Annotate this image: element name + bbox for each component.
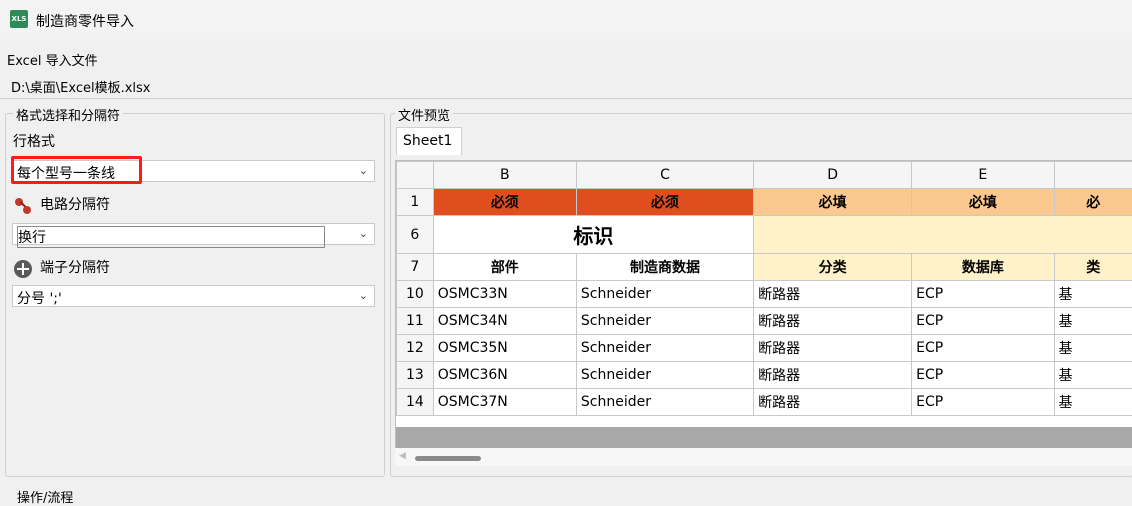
table-cell[interactable]: 断路器 (754, 308, 912, 335)
circuit-separator-dropdown[interactable]: 换行 ⌄ (12, 223, 375, 245)
horizontal-scrollbar[interactable]: ◀ (395, 448, 1132, 466)
row-header[interactable]: 12 (397, 335, 434, 362)
column-header[interactable]: B (433, 162, 576, 189)
table-row: 14 OSMC37N Schneider 断路器 ECP 基 (397, 389, 1132, 416)
terminal-separator-label: 端子分隔符 (40, 257, 110, 277)
table-cell[interactable]: Schneider (576, 389, 753, 416)
table-cell[interactable]: ECP (912, 281, 1054, 308)
table-row: 13 OSMC36N Schneider 断路器 ECP 基 (397, 362, 1132, 389)
excel-file-icon: XLS (10, 10, 28, 28)
terminal-separator-icon (14, 260, 32, 278)
grid-empty-area (396, 427, 1132, 448)
preview-group-title: 文件预览 (395, 105, 453, 124)
tab-sheet1[interactable]: Sheet1 (396, 127, 462, 155)
row-header[interactable]: 11 (397, 308, 434, 335)
terminal-separator-value: 分号 ';' (17, 288, 62, 308)
row-header[interactable]: 7 (397, 254, 434, 281)
table-cell[interactable]: 必 (1054, 189, 1132, 216)
table-cell[interactable]: OSMC35N (433, 335, 576, 362)
table-cell[interactable]: 基 (1054, 308, 1132, 335)
format-group-title: 格式选择和分隔符 (13, 105, 123, 124)
table-cell[interactable]: 必须 (576, 189, 753, 216)
table-cell[interactable]: 基 (1054, 362, 1132, 389)
circuit-separator-value: 换行 (17, 226, 325, 248)
table-cell[interactable]: ECP (912, 362, 1054, 389)
corner-cell[interactable] (397, 162, 434, 189)
terminal-separator-dropdown[interactable]: 分号 ';' ⌄ (12, 285, 375, 307)
table-cell[interactable] (754, 216, 1132, 254)
row-header[interactable]: 10 (397, 281, 434, 308)
table-cell[interactable]: 标识 (433, 216, 753, 254)
table-cell[interactable]: 数据库 (912, 254, 1054, 281)
table-cell[interactable]: 断路器 (754, 335, 912, 362)
table-row: 11 OSMC34N Schneider 断路器 ECP 基 (397, 308, 1132, 335)
column-header[interactable]: E (912, 162, 1054, 189)
column-header[interactable]: C (576, 162, 753, 189)
table-cell[interactable]: Schneider (576, 362, 753, 389)
table-cell[interactable]: 断路器 (754, 389, 912, 416)
table-cell[interactable]: 断路器 (754, 281, 912, 308)
row-format-label: 行格式 (13, 131, 55, 151)
operations-group-title: 操作/流程 (17, 487, 73, 506)
section-divider (0, 98, 1132, 99)
row-header[interactable]: 14 (397, 389, 434, 416)
table-row: 1 必须 必须 必填 必填 必 (397, 189, 1132, 216)
table-row: 6 标识 (397, 216, 1132, 254)
table-cell[interactable]: 分类 (754, 254, 912, 281)
table-row: 12 OSMC35N Schneider 断路器 ECP 基 (397, 335, 1132, 362)
column-header-row: B C D E (397, 162, 1132, 189)
chevron-down-icon[interactable]: ⌄ (359, 289, 368, 302)
table-cell[interactable]: 必填 (754, 189, 912, 216)
preview-grid[interactable]: B C D E 1 必须 必须 必填 必填 必 6 标识 7 部件 制造商数据 … (395, 160, 1132, 449)
table-cell[interactable]: Schneider (576, 308, 753, 335)
spreadsheet-table: B C D E 1 必须 必须 必填 必填 必 6 标识 7 部件 制造商数据 … (396, 161, 1132, 416)
table-cell[interactable]: OSMC36N (433, 362, 576, 389)
table-row: 10 OSMC33N Schneider 断路器 ECP 基 (397, 281, 1132, 308)
title-bar: XLS 制造商零件导入 (0, 0, 1132, 39)
column-header[interactable] (1054, 162, 1132, 189)
chevron-down-icon[interactable]: ⌄ (359, 227, 368, 240)
row-header[interactable]: 13 (397, 362, 434, 389)
chevron-down-icon[interactable]: ⌄ (359, 164, 368, 177)
table-cell[interactable]: Schneider (576, 281, 753, 308)
window-title: 制造商零件导入 (36, 11, 134, 31)
tab-sheet1-label: Sheet1 (403, 133, 452, 149)
table-cell[interactable]: 基 (1054, 335, 1132, 362)
table-cell[interactable]: 必填 (912, 189, 1054, 216)
row-header[interactable]: 6 (397, 216, 434, 254)
excel-file-path[interactable]: D:\桌面\Excel模板.xlsx (11, 77, 151, 96)
table-cell[interactable]: ECP (912, 335, 1054, 362)
table-cell[interactable]: 基 (1054, 389, 1132, 416)
table-cell[interactable]: 基 (1054, 281, 1132, 308)
circuit-separator-label: 电路分隔符 (40, 194, 110, 214)
table-cell[interactable]: 必须 (433, 189, 576, 216)
row-header[interactable]: 1 (397, 189, 434, 216)
column-header[interactable]: D (754, 162, 912, 189)
scroll-left-icon[interactable]: ◀ (399, 451, 406, 461)
scrollbar-thumb[interactable] (415, 456, 481, 461)
table-cell[interactable]: 制造商数据 (576, 254, 753, 281)
table-cell[interactable]: Schneider (576, 335, 753, 362)
table-cell[interactable]: 类 (1054, 254, 1132, 281)
table-row: 7 部件 制造商数据 分类 数据库 类 (397, 254, 1132, 281)
table-cell[interactable]: OSMC37N (433, 389, 576, 416)
table-cell[interactable]: OSMC34N (433, 308, 576, 335)
table-cell[interactable]: ECP (912, 389, 1054, 416)
table-cell[interactable]: OSMC33N (433, 281, 576, 308)
excel-import-label: Excel 导入文件 (7, 50, 98, 69)
highlight-box (11, 156, 142, 184)
table-cell[interactable]: 部件 (433, 254, 576, 281)
circuit-separator-icon (14, 197, 32, 215)
table-cell[interactable]: 断路器 (754, 362, 912, 389)
table-cell[interactable]: ECP (912, 308, 1054, 335)
